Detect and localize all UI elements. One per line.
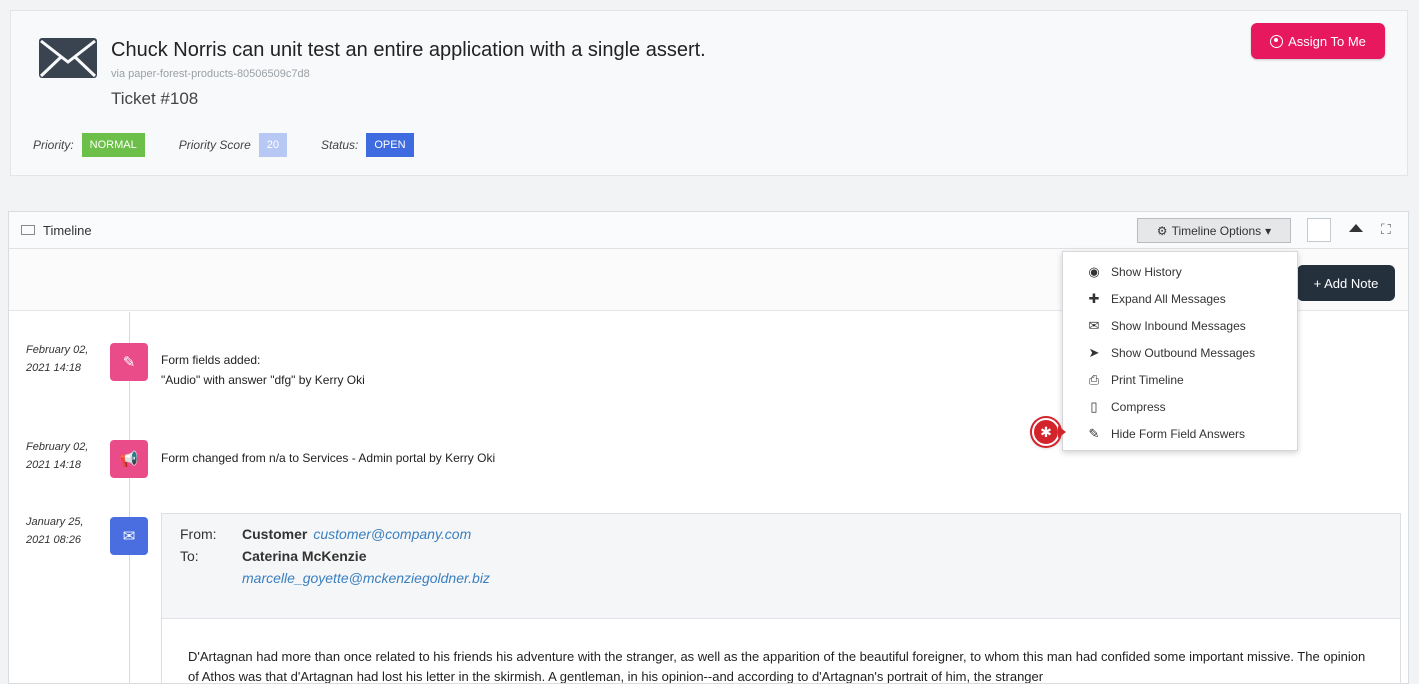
caret-down-icon: ▾ (1265, 223, 1272, 238)
menu-item-hide-form-field-answers[interactable]: ✎ Hide Form Field Answers (1063, 420, 1297, 447)
from-email-link[interactable]: customer@company.com (313, 526, 471, 542)
timeline-options-menu: ◉ Show History ✚ Expand All Messages ✉ S… (1062, 251, 1298, 451)
priority-badge: NORMAL (81, 133, 145, 157)
menu-item-print-timeline[interactable]: ⎙ Print Timeline (1063, 366, 1297, 393)
entry-text: Form changed from n/a to Services - Admi… (161, 451, 496, 465)
status-label: Status: (321, 138, 359, 152)
fullscreen-icon[interactable]: ⛶ (1381, 221, 1391, 238)
envelope-icon (21, 225, 35, 235)
send-icon: ➤ (1088, 344, 1100, 360)
priority-label: Priority: (33, 138, 74, 152)
eye-icon: ◉ (1088, 263, 1100, 279)
timeline-header: Timeline ⚙ Timeline Options ▾ ⛶ (9, 212, 1408, 249)
highlight-marker-icon: ✱ (1032, 418, 1060, 446)
compress-icon: ▯ (1090, 398, 1098, 414)
envelope-icon (39, 38, 97, 78)
to-email-link[interactable]: marcelle_goyette@mckenziegoldner.biz (242, 570, 490, 586)
print-icon: ⎙ (1088, 371, 1100, 387)
timeline-options-button[interactable]: ⚙ Timeline Options ▾ (1137, 218, 1291, 243)
panel-toggle-box[interactable] (1307, 218, 1331, 242)
timeline-options-label: Timeline Options (1171, 223, 1262, 238)
message-card: From: Customer customer@company.com To: … (161, 513, 1401, 683)
envelope-icon: ✉ (110, 517, 148, 555)
edit-icon: ✎ (110, 343, 148, 381)
user-icon (1270, 34, 1284, 48)
edit-icon: ✎ (1088, 425, 1100, 441)
ticket-title: Chuck Norris can unit test an entire app… (111, 39, 706, 61)
envelope-icon: ✉ (1088, 317, 1100, 333)
menu-item-compress[interactable]: ▯ Compress (1063, 393, 1297, 420)
megaphone-icon: 📢 (110, 440, 148, 478)
entry-text: Form fields added: "Audio" with answer "… (161, 353, 365, 387)
message-to: To: Caterina McKenzie (180, 548, 367, 564)
collapse-icon[interactable] (1349, 224, 1363, 232)
entry-date: February 02, 2021 14:18 (26, 344, 89, 374)
menu-item-show-inbound[interactable]: ✉ Show Inbound Messages (1063, 312, 1297, 339)
highlight-marker-pointer (1058, 426, 1066, 438)
ticket-number: Ticket #108 (111, 89, 199, 108)
message-body: D'Artagnan had more than once related to… (162, 618, 1400, 683)
entry-date: January 25, 2021 08:26 (26, 516, 84, 546)
menu-item-show-outbound[interactable]: ➤ Show Outbound Messages (1063, 339, 1297, 366)
cogs-icon: ⚙ (1156, 223, 1168, 238)
priority-score-badge: 20 (258, 133, 288, 157)
ticket-header: Chuck Norris can unit test an entire app… (10, 10, 1408, 176)
priority-score-label: Priority Score (178, 138, 251, 152)
timeline-title: Timeline (43, 222, 92, 238)
assign-to-me-button[interactable]: Assign To Me (1251, 23, 1385, 59)
menu-item-show-history[interactable]: ◉ Show History (1063, 258, 1297, 285)
ticket-source: via paper-forest-products-80506509c7d8 (111, 68, 310, 80)
message-from: From: Customer customer@company.com (180, 526, 472, 542)
entry-date: February 02, 2021 14:18 (26, 441, 89, 471)
plus-icon: ✚ (1088, 290, 1100, 306)
menu-item-expand-all[interactable]: ✚ Expand All Messages (1063, 285, 1297, 312)
ticket-meta: Priority: NORMAL Priority Score 20 Statu… (33, 133, 448, 157)
status-badge: OPEN (366, 133, 414, 157)
assign-to-me-label: Assign To Me (1288, 33, 1366, 49)
message-header: From: Customer customer@company.com To: … (162, 514, 1400, 618)
add-note-button[interactable]: + Add Note (1297, 265, 1395, 301)
